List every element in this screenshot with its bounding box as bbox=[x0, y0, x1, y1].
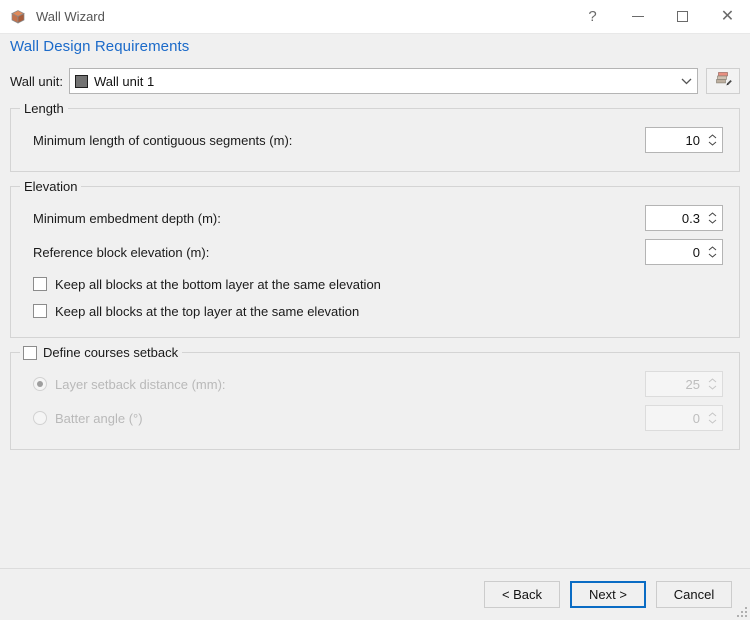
min-length-value: 10 bbox=[685, 132, 700, 148]
keep-bottom-layer-checkbox[interactable] bbox=[33, 277, 47, 291]
batter-angle-spinner: 0 bbox=[645, 405, 723, 431]
wall-wizard-window: Wall Wizard ? ✕ Wall Design Requirements… bbox=[0, 0, 750, 620]
reference-elevation-stepper[interactable] bbox=[705, 240, 722, 264]
chevron-down-icon bbox=[708, 219, 717, 224]
wall-unit-row: Wall unit: Wall unit 1 bbox=[10, 68, 740, 94]
define-courses-setback-checkbox[interactable] bbox=[23, 345, 37, 360]
chevron-up-icon bbox=[708, 134, 717, 139]
courses-setback-group: Define courses setback Layer setback dis… bbox=[10, 345, 740, 450]
maximize-button[interactable] bbox=[660, 0, 705, 34]
keep-bottom-layer-label: Keep all blocks at the bottom layer at t… bbox=[55, 276, 381, 292]
title-bar: Wall Wizard ? ✕ bbox=[0, 0, 750, 34]
wall-unit-selected-value: Wall unit 1 bbox=[93, 73, 155, 89]
layer-setback-spinner: 25 bbox=[645, 371, 723, 397]
min-length-label: Minimum length of contiguous segments (m… bbox=[33, 132, 293, 148]
reference-elevation-label: Reference block elevation (m): bbox=[33, 244, 210, 260]
page-title: Wall Design Requirements bbox=[10, 38, 190, 55]
chevron-up-icon bbox=[708, 378, 717, 383]
elevation-group: Elevation Minimum embedment depth (m): 0… bbox=[10, 179, 740, 338]
keep-bottom-layer-checkbox-row[interactable]: Keep all blocks at the bottom layer at t… bbox=[33, 273, 729, 295]
batter-angle-radio bbox=[33, 411, 47, 425]
elevation-group-title: Elevation bbox=[20, 179, 82, 194]
min-embedment-row: Minimum embedment depth (m): 0.3 bbox=[33, 205, 729, 231]
min-length-row: Minimum length of contiguous segments (m… bbox=[33, 127, 729, 153]
min-embedment-spinner[interactable]: 0.3 bbox=[645, 205, 723, 231]
define-courses-setback-label: Define courses setback bbox=[43, 345, 179, 360]
dialog-footer: < Back Next > Cancel bbox=[0, 568, 750, 620]
min-length-stepper[interactable] bbox=[705, 128, 722, 152]
length-group: Length Minimum length of contiguous segm… bbox=[10, 101, 740, 172]
batter-angle-stepper bbox=[705, 406, 722, 430]
wall-unit-label: Wall unit: bbox=[10, 73, 63, 89]
edit-wall-unit-icon bbox=[714, 70, 733, 92]
reference-elevation-value: 0 bbox=[692, 244, 700, 260]
min-embedment-stepper[interactable] bbox=[705, 206, 722, 230]
next-button[interactable]: Next > bbox=[570, 581, 646, 608]
keep-top-layer-checkbox-row[interactable]: Keep all blocks at the top layer at the … bbox=[33, 300, 729, 322]
layer-setback-row: Layer setback distance (mm): 25 bbox=[33, 371, 729, 397]
close-button[interactable]: ✕ bbox=[705, 0, 750, 34]
batter-angle-row: Batter angle (°) 0 bbox=[33, 405, 729, 431]
cancel-button[interactable]: Cancel bbox=[656, 581, 732, 608]
help-button[interactable]: ? bbox=[570, 0, 615, 34]
chevron-down-icon[interactable] bbox=[677, 69, 695, 93]
courses-setback-group-title[interactable]: Define courses setback bbox=[20, 345, 183, 360]
chevron-up-icon bbox=[708, 246, 717, 251]
chevron-down-icon bbox=[708, 253, 717, 258]
reference-elevation-row: Reference block elevation (m): 0 bbox=[33, 239, 729, 265]
layer-setback-radio bbox=[33, 377, 47, 391]
batter-angle-label: Batter angle (°) bbox=[55, 410, 143, 426]
layer-setback-stepper bbox=[705, 372, 722, 396]
keep-top-layer-label: Keep all blocks at the top layer at the … bbox=[55, 303, 360, 319]
wall-block-icon bbox=[9, 8, 27, 26]
close-icon: ✕ bbox=[720, 7, 735, 25]
chevron-up-icon bbox=[708, 412, 717, 417]
chevron-up-icon bbox=[708, 212, 717, 217]
reference-elevation-spinner[interactable]: 0 bbox=[645, 239, 723, 265]
resize-grip[interactable] bbox=[735, 605, 747, 617]
chevron-down-icon bbox=[708, 385, 717, 390]
length-group-title: Length bbox=[20, 101, 68, 116]
layer-setback-value: 25 bbox=[685, 376, 700, 392]
wall-unit-combobox[interactable]: Wall unit 1 bbox=[68, 68, 698, 94]
batter-angle-value: 0 bbox=[692, 410, 700, 426]
min-length-spinner[interactable]: 10 bbox=[645, 127, 723, 153]
window-controls: ? ✕ bbox=[570, 0, 750, 34]
wall-unit-color-swatch bbox=[74, 74, 88, 88]
chevron-down-icon bbox=[708, 141, 717, 146]
keep-top-layer-checkbox[interactable] bbox=[33, 304, 47, 318]
back-button[interactable]: < Back bbox=[484, 581, 560, 608]
min-embedment-value: 0.3 bbox=[681, 210, 700, 226]
layer-setback-label: Layer setback distance (mm): bbox=[55, 376, 226, 392]
minimize-button[interactable] bbox=[615, 0, 660, 34]
dialog-body: Wall unit: Wall unit 1 Length Minimum le… bbox=[0, 64, 750, 568]
edit-wall-unit-button[interactable] bbox=[706, 68, 740, 94]
min-embedment-label: Minimum embedment depth (m): bbox=[33, 210, 221, 226]
chevron-down-icon bbox=[708, 419, 717, 424]
window-title: Wall Wizard bbox=[36, 9, 105, 24]
page-header: Wall Design Requirements bbox=[0, 34, 750, 64]
